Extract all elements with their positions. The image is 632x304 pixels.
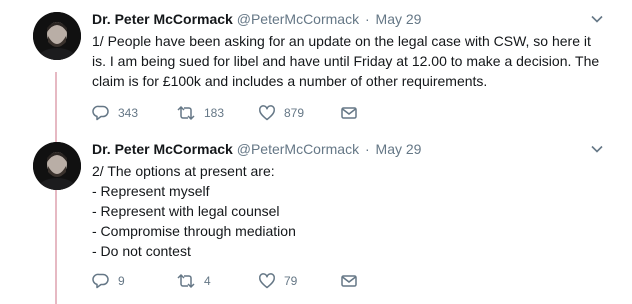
tweet-text-line: - Do not contest [92,243,191,259]
retweet-count: 4 [204,274,211,288]
like-button[interactable]: 79 [258,272,340,290]
tweet-text-line: - Represent myself [92,183,210,199]
display-name[interactable]: Dr. Peter McCormack [92,141,233,157]
tweet-actions: 9 4 79 [92,272,358,290]
like-button[interactable]: 879 [258,104,340,122]
chevron-down-icon[interactable] [590,12,604,26]
tweet-date[interactable]: May 29 [376,11,422,27]
chevron-down-icon[interactable] [590,142,604,156]
user-handle[interactable]: @PeterMcCormack [237,11,359,27]
tweet-actions: 343 183 879 [92,104,358,122]
tweet-text-line: 1/ People have been asking for an update… [92,33,591,49]
separator: · [364,11,370,27]
avatar[interactable] [33,142,81,190]
like-icon [258,104,276,122]
avatar[interactable] [33,12,81,60]
like-icon [258,272,276,290]
direct-message-icon [340,104,358,122]
separator: · [364,141,370,157]
tweet-content: Dr. Peter McCormack @PeterMcCormack · Ma… [92,140,616,261]
direct-message-button[interactable] [340,104,358,122]
tweet-text-line: is. I am being sued for libel and have u… [92,53,600,69]
tweet-content: Dr. Peter McCormack @PeterMcCormack · Ma… [92,10,616,91]
retweet-button[interactable]: 4 [176,272,258,290]
retweet-button[interactable]: 183 [176,104,258,122]
tweet[interactable]: Dr. Peter McCormack @PeterMcCormack · Ma… [0,136,632,304]
retweet-icon [176,104,196,122]
direct-message-button[interactable] [340,272,358,290]
retweet-icon [176,272,196,290]
tweet[interactable]: Dr. Peter McCormack @PeterMcCormack · Ma… [0,0,632,136]
tweet-text-line: - Represent with legal counsel [92,203,280,219]
tweet-text-line: claim is for £100k and includes a number… [92,73,488,89]
reply-count: 343 [118,106,139,120]
tweet-text-line: 2/ The options at present are: [92,163,275,179]
tweet-text-line: - Compromise through mediation [92,223,296,239]
tweet-text: 1/ People have been asking for an update… [92,31,616,91]
direct-message-icon [340,272,358,290]
tweet-thread: Dr. Peter McCormack @PeterMcCormack · Ma… [0,0,632,304]
user-handle[interactable]: @PeterMcCormack [237,141,359,157]
like-count: 79 [284,274,298,288]
reply-button[interactable]: 9 [92,272,176,290]
reply-count: 9 [118,274,125,288]
like-count: 879 [284,106,305,120]
tweet-header: Dr. Peter McCormack @PeterMcCormack · Ma… [92,10,616,29]
retweet-count: 183 [204,106,225,120]
reply-icon [92,104,110,122]
reply-button[interactable]: 343 [92,104,176,122]
tweet-text: 2/ The options at present are: - Represe… [92,161,616,261]
tweet-date[interactable]: May 29 [376,141,422,157]
reply-icon [92,272,110,290]
display-name[interactable]: Dr. Peter McCormack [92,11,233,27]
tweet-header: Dr. Peter McCormack @PeterMcCormack · Ma… [92,140,616,159]
